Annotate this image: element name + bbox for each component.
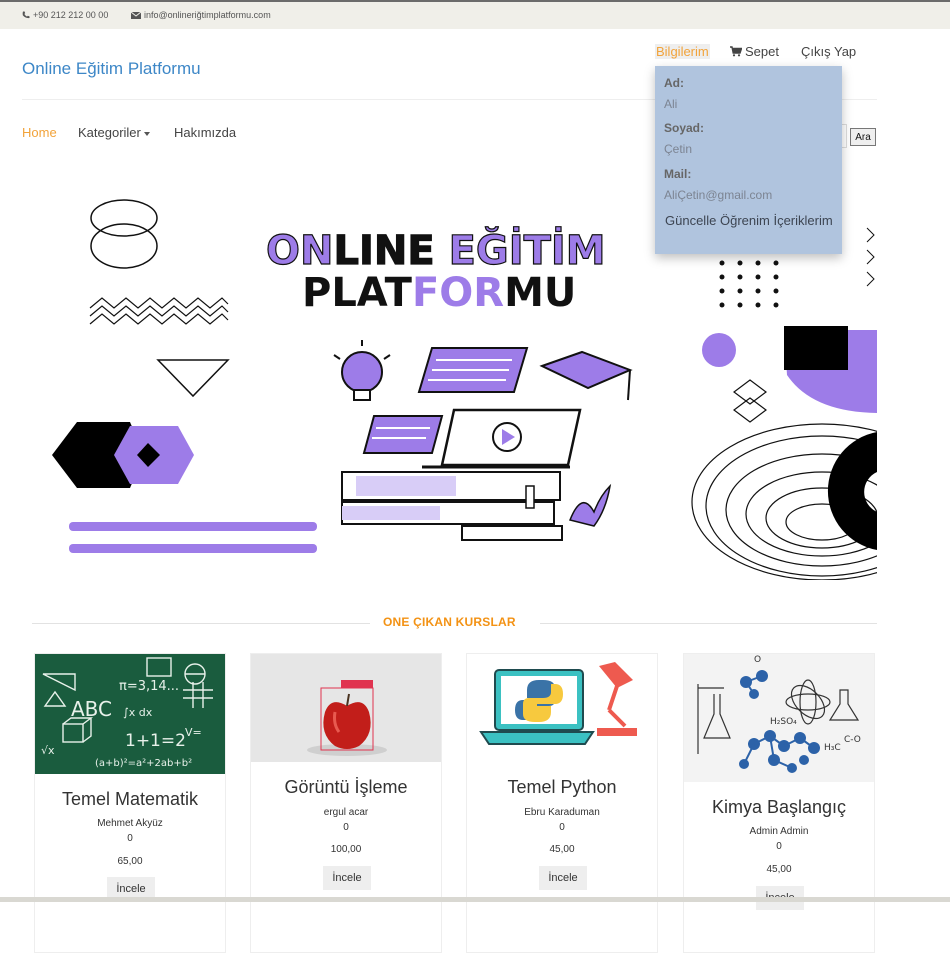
soyad-value: Çetin [664, 142, 693, 156]
course-image-chemistry[interactable]: H₂SO₄ H₃C C-O O [684, 654, 874, 782]
course-title[interactable]: Temel Matematik [35, 789, 225, 810]
ad-value: Ali [664, 97, 678, 111]
course-count: 0 [776, 841, 782, 852]
svg-text:ONLINE EĞİTİM: ONLINE EĞİTİM [266, 226, 606, 274]
bottom-scroll-edge [0, 897, 950, 902]
banner-title-line: LINE [333, 228, 448, 274]
user-info-dropdown: Ad: Ali Soyad: Çetin Mail: AliÇetin@gmai… [655, 66, 842, 254]
course-card[interactable]: Temel Python Ebru Karaduman 0 45,00 İnce… [466, 653, 658, 953]
svg-text:C-O: C-O [844, 735, 861, 745]
banner-title-egitim: EĞİTİM [449, 226, 606, 274]
course-card[interactable]: H₂SO₄ H₃C C-O O Kimya Başlangıç Admin Admin… [683, 653, 875, 953]
apple-detection-image [251, 654, 441, 762]
guncelle-link[interactable]: Güncelle [665, 213, 716, 228]
course-image-image-processing[interactable] [251, 654, 441, 762]
math-chalkboard-image: ABC π=3,14... 1+1=2 ∫x dx (a+b)²=a²+2ab+… [35, 654, 225, 774]
course-price: 100,00 [330, 844, 362, 855]
svg-text:V=: V= [185, 726, 202, 739]
banner-title-mu: MU [504, 270, 576, 316]
svg-text:O: O [754, 655, 761, 665]
cikis-link[interactable]: Çıkış Yap [801, 44, 856, 59]
ad-label: Ad: [664, 76, 684, 90]
svg-text:π=3,14...: π=3,14... [119, 679, 179, 694]
python-laptop-image [467, 654, 657, 762]
course-count: 0 [559, 822, 565, 833]
phone-contact: +90 212 212 00 00 [22, 10, 108, 20]
course-title[interactable]: Temel Python [467, 777, 657, 798]
search-button[interactable]: Ara [850, 128, 876, 146]
section-divider-left [32, 623, 370, 624]
phone-text: +90 212 212 00 00 [33, 10, 109, 20]
svg-text:H₃C: H₃C [824, 743, 841, 753]
course-price: 65,00 [117, 856, 143, 867]
svg-text:√x: √x [41, 744, 55, 757]
banner-title-for: FOR [412, 270, 504, 316]
course-title[interactable]: Kimya Başlangıç [684, 797, 874, 818]
course-teacher: Admin Admin [749, 826, 809, 837]
sepet-link[interactable]: Sepet [730, 44, 779, 59]
course-teacher: Ebru Karaduman [524, 807, 600, 818]
course-teacher: Mehmet Akyüz [97, 818, 163, 829]
ogrenim-iceriklerim-link[interactable]: Öğrenim İçeriklerim [720, 213, 833, 228]
course-image-python[interactable] [467, 654, 657, 762]
email-text[interactable]: info@onlineriğtimplatformu.com [144, 10, 271, 20]
course-title[interactable]: Görüntü İşleme [251, 777, 441, 798]
sepet-label: Sepet [745, 44, 779, 59]
course-price: 45,00 [549, 844, 575, 855]
caret-down-icon [143, 131, 150, 136]
phone-icon [22, 11, 30, 19]
banner-title-on: ON [266, 228, 333, 274]
course-card[interactable]: Görüntü İşleme ergul acar 0 100,00 İncel… [250, 653, 442, 953]
email-contact[interactable]: info@onlineriğtimplatformu.com [131, 10, 271, 20]
envelope-icon [131, 11, 141, 19]
nav-kategoriler-label: Kategoriler [78, 125, 141, 140]
svg-text:ABC: ABC [71, 697, 112, 721]
soyad-label: Soyad: [664, 121, 705, 135]
banner-title-plat: PLAT [302, 270, 413, 316]
cart-icon [730, 46, 742, 57]
nav-kategoriler[interactable]: Kategoriler [78, 125, 150, 140]
bilgilerim-link[interactable]: Bilgilerim [655, 44, 710, 59]
site-brand[interactable]: Online Eğitim Platformu [22, 59, 201, 79]
course-card[interactable]: ABC π=3,14... 1+1=2 ∫x dx (a+b)²=a²+2ab+… [34, 653, 226, 953]
section-divider-right [540, 623, 877, 624]
nav-home[interactable]: Home [22, 125, 57, 140]
chemistry-sketch-image: H₂SO₄ H₃CC-O O [684, 654, 874, 782]
course-price: 45,00 [766, 864, 792, 875]
svg-text:PLATFORMU: PLATFORMU [302, 270, 576, 316]
mail-value: AliÇetin@gmail.com [664, 188, 773, 202]
svg-text:1+1=2: 1+1=2 [125, 731, 186, 751]
nav-hakkimizda[interactable]: Hakımızda [174, 125, 236, 140]
course-image-math[interactable]: ABC π=3,14... 1+1=2 ∫x dx (a+b)²=a²+2ab+… [35, 654, 225, 774]
svg-text:∫x dx: ∫x dx [123, 706, 153, 719]
mail-label: Mail: [664, 167, 692, 181]
course-teacher: ergul acar [323, 807, 369, 818]
incele-button[interactable]: İncele [539, 866, 587, 890]
svg-text:(a+b)²=a²+2ab+b²: (a+b)²=a²+2ab+b² [95, 758, 192, 769]
svg-text:H₂SO₄: H₂SO₄ [770, 717, 797, 727]
course-count: 0 [127, 833, 133, 844]
top-contact-bar: +90 212 212 00 00 info@onlineriğtimplatf… [0, 0, 950, 29]
section-title: ONE ÇIKAN KURSLAR [383, 615, 516, 629]
course-count: 0 [343, 822, 349, 833]
incele-button[interactable]: İncele [323, 866, 371, 890]
